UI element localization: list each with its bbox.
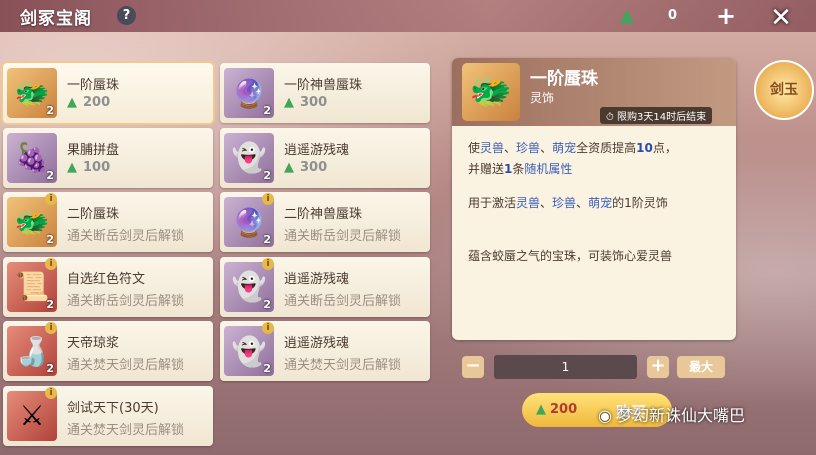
soul-fragment-icon: 👻 2 i: [224, 322, 274, 376]
jade-currency-icon: ▲: [536, 402, 546, 417]
item-quantity: 2: [46, 104, 54, 117]
item-card[interactable]: 🔮 2 一阶神兽蜃珠 ▲ 300: [220, 63, 430, 123]
unlock-condition: 通关焚天剑灵后解锁: [67, 358, 185, 373]
lock-icon: i: [262, 322, 274, 334]
limit-timer-badge: ⏱ 限购3天14时后结束: [600, 107, 713, 124]
detail-desc-line2: 并赠送1条随机属性: [468, 162, 573, 176]
add-currency-button[interactable]: +: [716, 2, 736, 30]
lock-icon: i: [45, 257, 57, 270]
detail-item-name: 一阶蜃珠: [530, 69, 598, 89]
jade-currency-icon: ▲: [284, 95, 294, 110]
item-name: 二阶蜃珠: [67, 207, 120, 222]
lock-icon: i: [45, 322, 57, 334]
dragon-pearl-icon: 🐲 2 i: [7, 193, 57, 247]
soul-fragment-icon: 👻 2: [224, 132, 274, 183]
help-button[interactable]: ?: [117, 6, 136, 25]
item-detail-panel: 🐲 一阶蜃珠 灵饰 ⏱ 限购3天14时后结束 使灵兽、珍兽、萌宠全资质提高10点…: [452, 58, 736, 340]
item-price: ▲ 100: [67, 160, 110, 175]
currency-value: 0: [668, 8, 678, 23]
jade-currency-icon: ▲: [284, 159, 294, 175]
item-price-value: 300: [300, 159, 328, 175]
page-title: 剑冢宝阁: [20, 9, 92, 29]
item-quantity: 2: [46, 168, 54, 182]
item-name: 果脯拼盘: [67, 142, 120, 158]
item-name: 二阶神兽蜃珠: [284, 207, 363, 222]
item-quantity: 2: [263, 104, 271, 117]
sword-icon: ⚔ i: [7, 386, 57, 441]
jade-currency-icon: ▲: [67, 95, 77, 110]
item-name: 剑试天下(30天): [67, 400, 159, 416]
item-card[interactable]: 🐲 2 一阶蜃珠 ▲ 200: [1, 61, 215, 125]
beast-pearl-icon: 🔮 2: [224, 68, 274, 118]
unlock-condition: 通关断岳剑灵后解锁: [284, 229, 402, 244]
item-name: 逍遥游残魂: [284, 142, 350, 158]
dragon-pearl-icon: 🐲: [462, 63, 520, 121]
item-card[interactable]: 👻 2 i 逍遥游残魂 通关断岳剑灵后解锁: [220, 256, 430, 317]
item-quantity: 2: [263, 297, 271, 311]
quantity-input[interactable]: 1: [494, 355, 637, 379]
max-quantity-button[interactable]: 最大: [677, 356, 725, 378]
jade-currency-icon: ▲: [620, 5, 634, 26]
item-card[interactable]: 🍶 2 i 天帝琼浆 通关焚天剑灵后解锁: [3, 321, 213, 381]
item-quantity: 2: [263, 233, 271, 246]
gourd-icon: 🍶 2 i: [7, 322, 57, 376]
item-card[interactable]: ⚔ i 剑试天下(30天) 通关焚天剑灵后解锁: [3, 385, 213, 446]
item-price-value: 300: [300, 95, 328, 110]
fruit-plate-icon: 🍇 2: [7, 132, 57, 183]
item-price: ▲ 200: [67, 95, 110, 110]
lock-icon: i: [45, 193, 57, 205]
item-price: ▲ 300: [284, 95, 327, 110]
item-name: 一阶蜃珠: [67, 78, 120, 93]
item-name: 一阶神兽蜃珠: [284, 78, 363, 93]
item-quantity: 2: [46, 297, 54, 311]
lock-icon: i: [262, 257, 274, 270]
watermark: ◉ 梦幻新诛仙大嘴巴: [598, 406, 746, 425]
item-quantity: 2: [46, 362, 54, 375]
item-card[interactable]: 🍇 2 果脯拼盘 ▲ 100: [3, 127, 213, 188]
detail-desc-line3: 用于激活灵兽、珍兽、萌宠的1阶灵饰: [468, 196, 668, 210]
lock-icon: i: [45, 386, 57, 399]
dragon-pearl-icon: 🐲 2: [7, 68, 57, 118]
item-quantity: 2: [46, 233, 54, 246]
item-name: 逍遥游残魂: [284, 271, 350, 287]
sword-jade-badge[interactable]: 剑玉: [754, 60, 814, 120]
detail-desc-line1: 使灵兽、珍兽、萌宠全资质提高10点，: [468, 141, 677, 155]
item-card[interactable]: 🔮 2 i 二阶神兽蜃珠 通关断岳剑灵后解锁: [220, 192, 430, 252]
rune-icon: 📜 2 i: [7, 257, 57, 312]
badge-text: 剑玉: [770, 82, 798, 98]
lock-icon: i: [262, 193, 274, 205]
decrease-quantity-button[interactable]: −: [462, 356, 484, 378]
item-price: ▲ 300: [284, 160, 327, 175]
limit-text: 限购3天14时后结束: [616, 112, 707, 123]
item-price-value: 200: [83, 95, 111, 110]
unlock-condition: 通关断岳剑灵后解锁: [67, 229, 185, 244]
item-quantity: 2: [263, 168, 271, 182]
unlock-condition: 通关断岳剑灵后解锁: [67, 293, 185, 309]
soul-fragment-icon: 👻 2 i: [224, 257, 274, 312]
item-card[interactable]: 🐲 2 i 二阶蜃珠 通关断岳剑灵后解锁: [3, 192, 213, 252]
beast-pearl-icon: 🔮 2 i: [224, 193, 274, 247]
top-bar: 剑冢宝阁 ? ▲ 0 + ✕: [0, 0, 816, 32]
item-card[interactable]: 👻 2 逍遥游残魂 ▲ 300: [220, 127, 430, 188]
close-button[interactable]: ✕: [766, 4, 796, 32]
item-name: 天帝琼浆: [67, 336, 120, 351]
item-price-value: 100: [83, 159, 111, 175]
unlock-condition: 通关断岳剑灵后解锁: [284, 293, 402, 309]
detail-header: 🐲 一阶蜃珠 灵饰 ⏱ 限购3天14时后结束: [452, 58, 736, 126]
item-name: 逍遥游残魂: [284, 336, 350, 351]
detail-item-type: 灵饰: [530, 91, 555, 105]
buy-price: ▲ 200: [536, 402, 578, 417]
unlock-condition: 通关焚天剑灵后解锁: [284, 358, 402, 373]
item-name: 自选红色符文: [67, 271, 146, 287]
item-card[interactable]: 👻 2 i 逍遥游残魂 通关焚天剑灵后解锁: [220, 321, 430, 381]
increase-quantity-button[interactable]: +: [647, 356, 669, 378]
unlock-condition: 通关焚天剑灵后解锁: [67, 422, 185, 438]
item-card[interactable]: 📜 2 i 自选红色符文 通关断岳剑灵后解锁: [3, 256, 213, 317]
item-quantity: 2: [263, 362, 271, 375]
detail-flavor-text: 蕴含蛟蜃之气的宝珠，可装饰心爱灵兽: [468, 249, 673, 263]
jade-currency-icon: ▲: [67, 159, 77, 175]
